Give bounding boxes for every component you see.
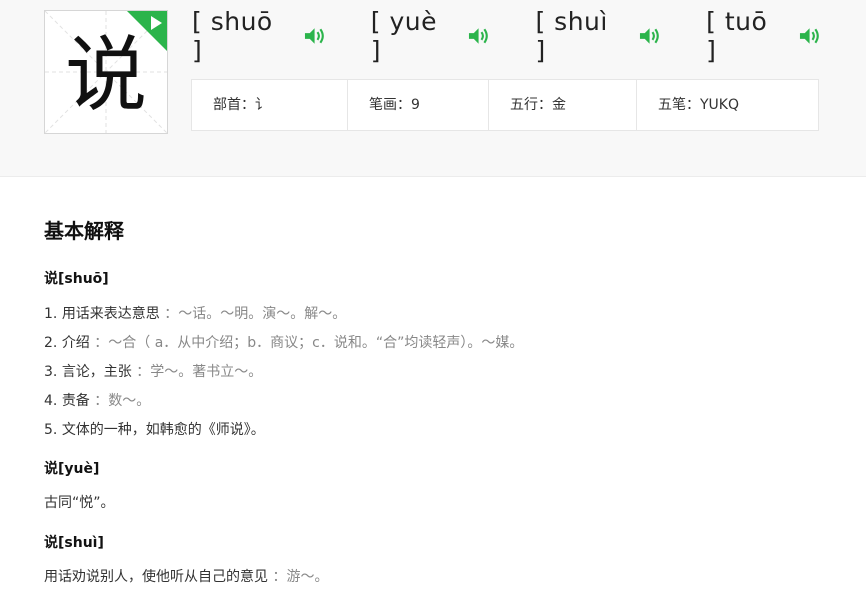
- stroke-count-cell: 笔画：9: [348, 80, 489, 130]
- definition-number: 2.: [44, 335, 58, 351]
- play-icon[interactable]: [151, 16, 162, 30]
- definition-text: 用话来表达意思: [61, 306, 160, 322]
- pinyin-item: [ yuè ]: [371, 7, 492, 65]
- definition-number: 5.: [44, 422, 58, 438]
- section-title: 基本解释: [44, 219, 124, 243]
- wubi-cell: 五笔：YUKQ: [658, 97, 739, 113]
- speaker-icon[interactable]: [639, 26, 662, 46]
- pinyin-item: [ shuō ]: [192, 7, 327, 65]
- definition-number: 1.: [44, 306, 58, 322]
- definition-text: 用话劝说别人，使他听从自己的意见: [44, 569, 268, 585]
- definition-example: ：学～。著书立～。: [136, 364, 263, 380]
- pinyin-label: [ shuì ]: [535, 7, 608, 65]
- definition-text: 言论，主张: [61, 364, 132, 380]
- entry-heading: 说[shuō]: [44, 271, 109, 287]
- definition-example: ：～合（ a．从中介绍；b．商议；c．说和。“合”均读轻声）。～媒。: [94, 335, 524, 351]
- pinyin-label: [ shuō ]: [192, 7, 273, 65]
- definition-item: 1. 用话来表达意思 ：～话。～明。演～。解～。: [44, 303, 346, 323]
- definition-item: 用话劝说别人，使他听从自己的意见 ：游～。: [44, 566, 328, 586]
- pinyin-item: [ tuō ]: [706, 7, 822, 65]
- character-header: 说 [ shuō ] [ yuè ] [ shuì ] [tuō] 部首：讠…: [0, 0, 866, 177]
- definition-example: ：游～。: [272, 569, 329, 585]
- pinyin-list: [ shuō ] [ yuè ] [ shuì ] [ tuō]: [192, 7, 866, 65]
- pinyin-label: [ yuè ]: [370, 7, 437, 65]
- radical-cell: 部首：讠: [192, 80, 348, 130]
- definition-number: 3.: [44, 364, 58, 380]
- pinyin-item: [ shuì ]: [535, 7, 662, 65]
- definition-item: 4. 责备 ：数～。: [44, 390, 150, 410]
- character-info-bar: 部首：讠 笔画：9 五行：金 五笔：YUKQ: [191, 79, 819, 131]
- definition-number: 4.: [44, 393, 58, 409]
- definition-text: 文体的一种，如韩愈的《师说》。: [61, 422, 265, 438]
- speaker-icon[interactable]: [468, 26, 491, 46]
- definition-text: 介绍: [61, 335, 90, 351]
- pinyin-label: [ tuō ]: [706, 7, 768, 65]
- character-card: 说: [44, 10, 168, 134]
- definition-item: 2. 介绍 ：～合（ a．从中介绍；b．商议；c．说和。“合”均读轻声）。～媒。: [44, 332, 523, 352]
- definition-item: 3. 言论，主张 ：学～。著书立～。: [44, 361, 262, 381]
- wuxing-cell: 五行：金: [489, 80, 637, 130]
- speaker-icon[interactable]: [304, 26, 327, 46]
- definition-example: ：～话。～明。演～。解～。: [164, 306, 347, 322]
- definition-example: ：数～。: [94, 393, 151, 409]
- definition-text: 古同“悦”。: [44, 495, 115, 511]
- entry-heading: 说[yuè]: [44, 461, 100, 477]
- speaker-icon[interactable]: [799, 26, 822, 46]
- entry-heading: 说[shuì]: [44, 535, 104, 551]
- definition-item: 5. 文体的一种，如韩愈的《师说》。: [44, 419, 265, 439]
- definition-text: 责备: [61, 393, 90, 409]
